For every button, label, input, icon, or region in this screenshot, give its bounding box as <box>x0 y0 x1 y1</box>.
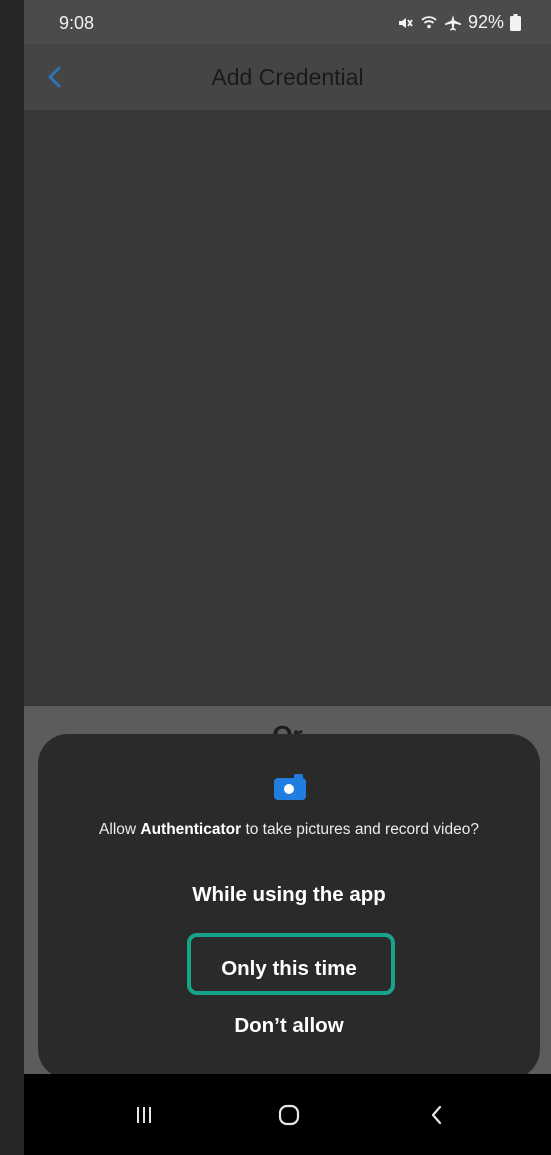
battery-icon <box>510 14 521 31</box>
status-time: 9:08 <box>59 13 95 33</box>
message-suffix: to take pictures and record video? <box>241 821 479 838</box>
message-prefix: Allow <box>99 821 141 838</box>
home-icon <box>278 1104 300 1126</box>
airplane-icon <box>444 14 461 31</box>
app-bar: Add Credential <box>24 44 551 110</box>
chevron-left-icon[interactable] <box>42 64 68 90</box>
while-using-app-button[interactable]: While using the app <box>38 883 540 907</box>
camera-icon <box>274 774 306 800</box>
battery-level: 92% <box>467 12 504 32</box>
mute-icon <box>398 17 413 28</box>
camera-preview <box>24 110 551 706</box>
back-icon <box>431 1105 442 1125</box>
status-icons: 92% <box>396 12 521 33</box>
recent-apps-icon <box>137 1107 151 1123</box>
home-button[interactable] <box>267 1093 311 1137</box>
page-title: Add Credential <box>211 64 364 90</box>
wifi-icon <box>421 15 437 28</box>
permission-dialog: Allow Authenticator to take pictures and… <box>38 734 540 1079</box>
only-this-time-button[interactable]: Only this time <box>38 957 540 981</box>
navigation-bar <box>24 1074 551 1155</box>
status-bar: 9:08 92% <box>24 0 551 44</box>
nav-back-button[interactable] <box>415 1093 459 1137</box>
recent-apps-button[interactable] <box>122 1093 166 1137</box>
permission-message: Allow Authenticator to take pictures and… <box>38 821 540 839</box>
dont-allow-button[interactable]: Don’t allow <box>38 1014 540 1038</box>
app-name: Authenticator <box>140 821 242 838</box>
phone-screen: 9:08 92% Add Credential Allow Authentica… <box>24 0 551 1155</box>
